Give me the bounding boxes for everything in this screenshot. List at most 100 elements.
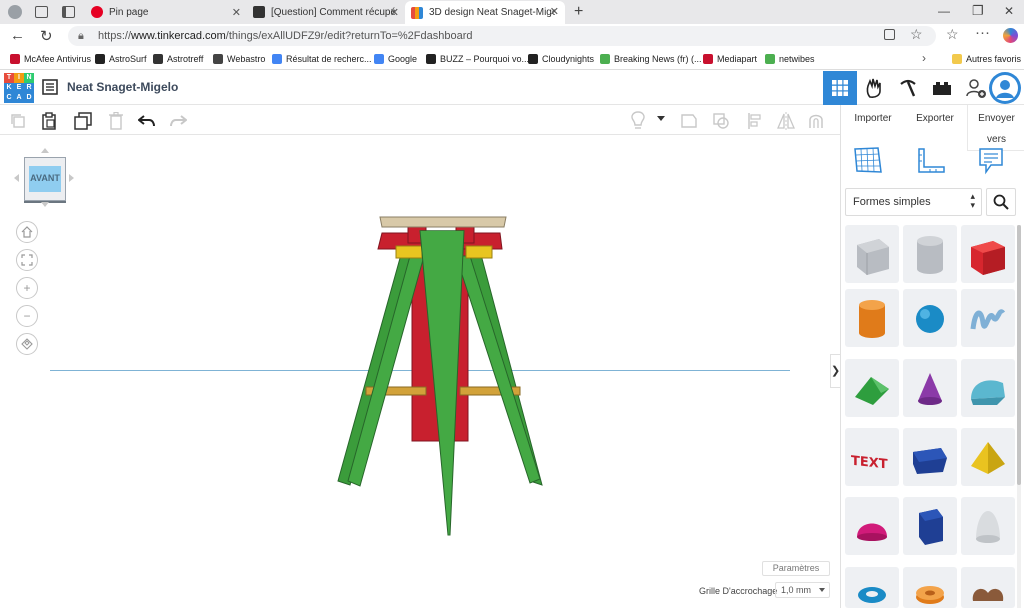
cruise-button[interactable] (806, 111, 826, 131)
yellow-block-right[interactable] (465, 245, 493, 259)
favorite-star-icon[interactable]: ☆ (910, 26, 923, 43)
user-avatar[interactable] (989, 72, 1021, 104)
profile-icon[interactable] (8, 5, 22, 19)
circuits-button[interactable] (857, 71, 891, 105)
zoom-out-button[interactable]: − (16, 305, 38, 327)
app-available-icon[interactable] (884, 29, 895, 40)
paste-button[interactable] (39, 111, 59, 131)
import-button[interactable]: Importer (842, 105, 904, 135)
yellow-block-left[interactable] (395, 245, 423, 259)
duplicate-button[interactable] (73, 111, 93, 131)
bookmark-astrosurf[interactable]: AstroSurf (95, 52, 147, 66)
shape-cone[interactable] (903, 359, 957, 417)
close-tab-icon[interactable]: ✕ (390, 6, 399, 19)
bookmark-breaking-news[interactable]: Breaking News (fr) (... (600, 52, 702, 66)
show-hide-button[interactable] (628, 111, 648, 131)
viewcube-left-arrow[interactable] (14, 174, 19, 182)
bookmark-google[interactable]: Google (374, 52, 417, 66)
export-button[interactable]: Exporter (904, 105, 966, 135)
restore-button[interactable]: ❐ (972, 3, 984, 19)
ruler-button[interactable] (916, 147, 946, 178)
shape-cylinder[interactable] (845, 289, 899, 347)
shape-tube[interactable] (903, 567, 957, 608)
tabs-icon[interactable] (62, 6, 75, 18)
url-field[interactable]: 🔒︎ https://www.tinkercad.com/things/exAl… (68, 26, 936, 46)
codeblocks-button[interactable] (891, 71, 925, 105)
home-view-button[interactable] (16, 221, 38, 243)
collections-icon[interactable] (35, 6, 48, 18)
tab-question[interactable]: [Question] Comment récupérer le ✕ (247, 2, 405, 22)
scrollbar-thumb[interactable] (1017, 225, 1021, 485)
invite-button[interactable] (959, 71, 993, 105)
shape-hexagonal-prism[interactable] (903, 497, 957, 555)
snap-grid-select[interactable]: 1,0 mm (775, 582, 830, 598)
shape-box[interactable] (961, 225, 1015, 283)
mirror-button[interactable] (776, 111, 796, 131)
close-tab-icon[interactable]: ✕ (232, 6, 241, 19)
ungroup-button[interactable] (711, 111, 731, 131)
align-button[interactable] (745, 111, 765, 131)
leg-front-right[interactable] (455, 255, 541, 484)
bookmark-buzz[interactable]: BUZZ – Pourquoi vo... (426, 52, 529, 66)
design-list-icon[interactable] (42, 79, 58, 95)
group-button[interactable] (679, 111, 699, 131)
bookmark-mediapart[interactable]: Mediapart (703, 52, 757, 66)
shape-list-scrollbar[interactable] (1017, 225, 1021, 608)
undo-button[interactable] (137, 111, 157, 131)
shape-search-button[interactable] (986, 188, 1016, 216)
parameters-button[interactable]: Paramètres (762, 561, 830, 576)
tinkercad-logo[interactable]: T I N K E R C A D (4, 73, 34, 103)
delete-button[interactable] (106, 111, 126, 131)
other-favorites-folder[interactable]: Autres favoris (952, 52, 1021, 66)
view-cube[interactable]: AVANT (24, 157, 66, 201)
viewcube-up-arrow[interactable] (41, 148, 49, 153)
tab-3d-design[interactable]: 3D design Neat Snaget-Migelo - ✕ (405, 1, 565, 24)
copilot-icon[interactable] (1003, 28, 1018, 43)
shape-heart-knot[interactable] (961, 567, 1015, 608)
shape-cylinder-hole[interactable] (903, 225, 957, 283)
shape-paraboloid[interactable] (961, 497, 1015, 555)
redo-button[interactable] (168, 111, 188, 131)
send-to-button[interactable]: Envoyer vers (967, 105, 1024, 151)
shape-polygon[interactable] (903, 428, 957, 486)
shape-box-hole[interactable] (845, 225, 899, 283)
chevron-down-icon[interactable] (657, 116, 665, 121)
shape-sphere[interactable] (903, 289, 957, 347)
zoom-in-button[interactable]: + (16, 277, 38, 299)
workplane-button[interactable] (854, 147, 882, 176)
close-window-button[interactable]: ✕ (1004, 4, 1014, 18)
bookmark-cloudynights[interactable]: Cloudynights (528, 52, 594, 66)
shape-half-sphere[interactable] (845, 497, 899, 555)
shape-round-roof[interactable] (961, 359, 1015, 417)
tab-pin-page[interactable]: Pin page ✕ (85, 2, 247, 22)
new-tab-button[interactable]: + (574, 3, 583, 21)
viewcube-right-arrow[interactable] (69, 174, 74, 182)
favorites-icon[interactable]: ☆ (946, 26, 959, 43)
shape-roof[interactable] (845, 359, 899, 417)
shape-torus[interactable] (845, 567, 899, 608)
bricks-button[interactable] (925, 71, 959, 105)
bookmark-netwibes[interactable]: netwibes (765, 52, 815, 66)
viewcube-down-arrow[interactable] (41, 202, 49, 207)
more-options-icon[interactable]: ··· (975, 24, 990, 41)
workplane-viewport[interactable]: AVANT + − Paramètres Grille D'accrochage (0, 136, 840, 608)
seat-top[interactable] (379, 216, 507, 228)
bookmark-webastro[interactable]: Webastro (213, 52, 265, 66)
panel-toggle-button[interactable]: ❯ (830, 354, 840, 388)
3d-model-stool[interactable] (330, 211, 550, 541)
bookmark-mcafee[interactable]: McAfee Antivirus (10, 52, 91, 66)
minimize-button[interactable]: — (938, 4, 950, 18)
design-title[interactable]: Neat Snaget-Migelo (67, 80, 178, 94)
bookmark-search-result[interactable]: Résultat de recherc... (272, 52, 372, 66)
perspective-button[interactable] (16, 333, 38, 355)
refresh-icon[interactable]: ↻ (40, 27, 53, 45)
shape-text[interactable]: TEXT (845, 428, 899, 486)
back-icon[interactable]: ← (10, 27, 25, 44)
notes-button[interactable] (978, 147, 1004, 178)
copy-button[interactable] (8, 111, 28, 131)
3d-view-button[interactable] (823, 71, 857, 105)
shape-scribble[interactable] (961, 289, 1015, 347)
close-tab-icon[interactable]: ✕ (550, 5, 559, 18)
fit-view-button[interactable] (16, 249, 38, 271)
bookmark-astrotreff[interactable]: Astrotreff (153, 52, 203, 66)
